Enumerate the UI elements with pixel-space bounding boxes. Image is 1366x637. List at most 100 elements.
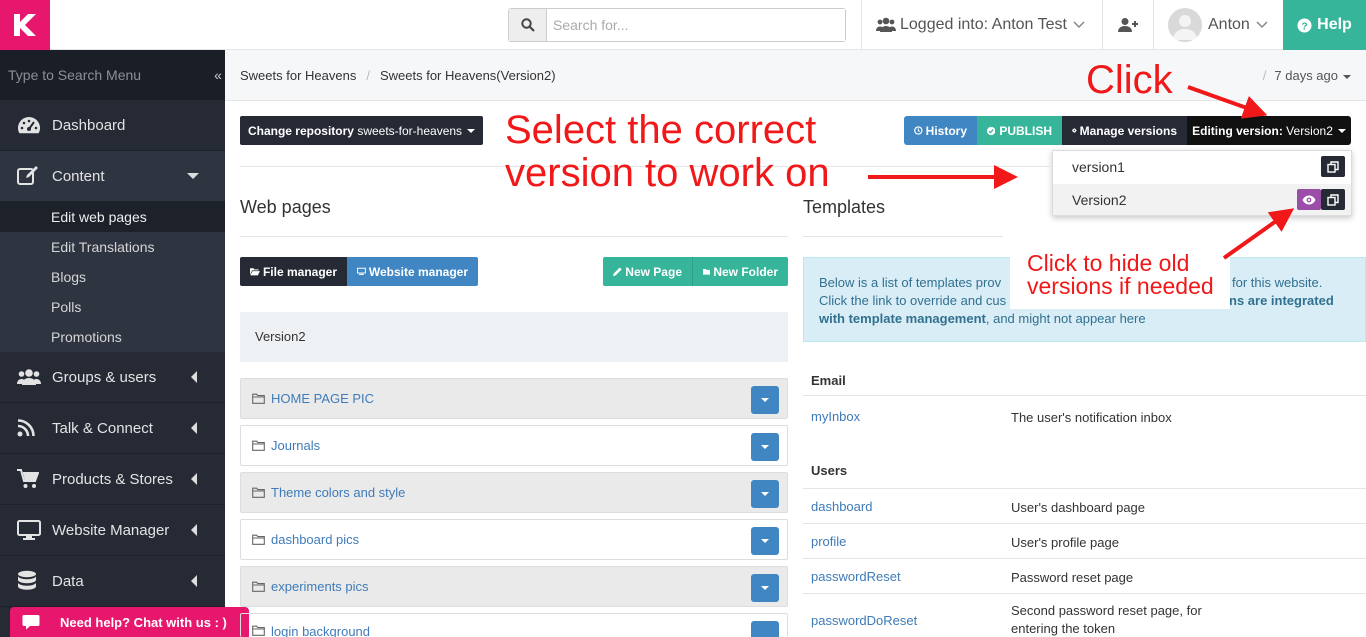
double-chevron-left-icon: «: [214, 67, 222, 83]
folder-actions-dropdown[interactable]: [751, 480, 779, 508]
folder-name[interactable]: Journals: [271, 438, 320, 453]
caret-down-icon: [761, 445, 769, 449]
version-dropdown-menu: version1 Version2: [1052, 150, 1352, 216]
folder-row[interactable]: Journals: [240, 425, 788, 466]
dashboard-icon: [17, 115, 43, 135]
template-section-title: Users: [811, 463, 848, 478]
chevron-down-icon: [1256, 21, 1268, 29]
search-input[interactable]: [547, 9, 845, 41]
template-link[interactable]: myInbox: [811, 409, 860, 424]
new-folder-button[interactable]: New Folder: [692, 257, 788, 286]
template-link[interactable]: passwordDoReset: [811, 613, 917, 628]
hide-version-button[interactable]: [1297, 189, 1321, 210]
sidebar-item-products-stores[interactable]: Products & Stores: [0, 454, 225, 505]
caret-down-icon: [761, 539, 769, 543]
template-link[interactable]: dashboard: [811, 499, 872, 514]
new-page-button[interactable]: New Page: [603, 257, 692, 286]
website-manager-button[interactable]: Website manager: [347, 257, 478, 286]
folder-icon: [252, 487, 265, 498]
publish-button[interactable]: PUBLISH: [977, 116, 1062, 145]
annotation-hide-line-1: Click to hide old: [1027, 250, 1190, 276]
sidebar-subitem-polls[interactable]: Polls: [0, 292, 225, 322]
template-link[interactable]: profile: [811, 534, 846, 549]
copy-version-button[interactable]: [1321, 156, 1345, 177]
search-button[interactable]: [509, 9, 547, 41]
sidebar-item-talk-connect[interactable]: Talk & Connect: [0, 403, 225, 454]
folder-icon: [252, 581, 265, 592]
collapse-sidebar-button[interactable]: «: [211, 50, 225, 100]
sidebar-subitem-edit-web-pages[interactable]: Edit web pages: [0, 202, 225, 232]
version-option-selected[interactable]: Version2: [1053, 184, 1351, 215]
sidebar-subitem-promotions[interactable]: Promotions: [0, 322, 225, 352]
folder-icon: [252, 534, 265, 545]
chevron-down-icon: [1073, 21, 1085, 29]
breadcrumb-item[interactable]: Sweets for Heavens: [240, 68, 356, 83]
folder-row[interactable]: HOME PAGE PIC: [240, 378, 788, 419]
breadcrumb-item[interactable]: Sweets for Heavens(Version2): [380, 68, 556, 83]
change-repository-button[interactable]: Change repository sweets-for-heavens: [240, 116, 483, 145]
editing-version-dropdown[interactable]: Editing version: Version2: [1187, 116, 1351, 145]
question-icon: ?: [1297, 17, 1312, 33]
folder-actions-dropdown[interactable]: [751, 527, 779, 555]
history-button[interactable]: History: [904, 116, 977, 145]
copy-version-button[interactable]: [1321, 189, 1345, 210]
sidebar-item-label: Talk & Connect: [52, 419, 153, 437]
folder-row[interactable]: dashboard pics: [240, 519, 788, 560]
last-updated-dropdown[interactable]: /7 days ago: [1263, 68, 1351, 83]
folder-name[interactable]: dashboard pics: [271, 532, 359, 547]
caret-left-icon: [191, 473, 197, 485]
folder-name[interactable]: login background: [271, 624, 370, 637]
user-name: Anton: [1208, 16, 1250, 33]
database-icon: [17, 570, 43, 592]
template-link[interactable]: passwordReset: [811, 569, 901, 584]
logged-in-dropdown[interactable]: Logged into: Anton Test: [876, 0, 1085, 50]
user-menu[interactable]: Anton: [1168, 0, 1268, 50]
sidebar-item-label: Website Manager: [52, 521, 170, 539]
caret-down-icon: [187, 173, 199, 179]
sidebar-subitem-edit-translations[interactable]: Edit Translations: [0, 232, 225, 262]
logged-in-label: Logged into: Anton Test: [900, 16, 1067, 33]
caret-down-icon: [467, 128, 476, 133]
caret-left-icon: [191, 371, 197, 383]
divider: [803, 236, 1003, 237]
file-manager-button[interactable]: File manager: [240, 257, 347, 286]
sidebar-item-dashboard[interactable]: Dashboard: [0, 100, 225, 151]
monitor-icon: [357, 267, 366, 275]
logo[interactable]: [0, 0, 50, 50]
folder-row[interactable]: Theme colors and style: [240, 472, 788, 513]
manage-versions-button[interactable]: Manage versions: [1062, 116, 1187, 145]
sidebar-item-data[interactable]: Data: [0, 556, 225, 607]
template-description: Second password reset page, for entering…: [1011, 603, 1202, 636]
search-icon: [520, 18, 535, 32]
folder-icon: [252, 393, 265, 404]
sidebar-item-groups-users[interactable]: Groups & users: [0, 352, 225, 403]
template-description: User's profile page: [1011, 535, 1119, 550]
folder-actions-dropdown[interactable]: [751, 574, 779, 602]
sidebar-item-website-manager[interactable]: Website Manager: [0, 505, 225, 556]
sidebar-search-input[interactable]: [0, 67, 200, 83]
breadcrumb: Sweets for Heavens / Sweets for Heavens(…: [225, 50, 1366, 101]
folder-name[interactable]: HOME PAGE PIC: [271, 391, 374, 406]
folder-name[interactable]: experiments pics: [271, 579, 369, 594]
check-circle-icon: [987, 126, 996, 135]
arrow-to-hide-button: [1222, 208, 1295, 260]
version-option[interactable]: version1: [1053, 151, 1351, 182]
users-icon: [17, 368, 43, 386]
annotation-click: Click: [1086, 58, 1173, 102]
sidebar-item-content[interactable]: Content: [0, 151, 225, 202]
folder-name[interactable]: Theme colors and style: [271, 485, 405, 500]
chat-label: Need help? Chat with us : ): [60, 614, 227, 630]
table-row: passwordReset Password reset page: [803, 558, 1366, 593]
sidebar-subitem-blogs[interactable]: Blogs: [0, 262, 225, 292]
folder-actions-dropdown[interactable]: [751, 621, 779, 637]
chat-button[interactable]: Need help? Chat with us : ): [10, 607, 249, 637]
sidebar-item-label: Data: [52, 572, 84, 590]
folder-row[interactable]: experiments pics: [240, 566, 788, 607]
sidebar-item-label: Content: [52, 167, 105, 185]
folder-actions-dropdown[interactable]: [751, 386, 779, 414]
clock-icon: [914, 126, 923, 135]
help-button[interactable]: ? Help: [1283, 0, 1366, 50]
folder-row[interactable]: login background: [240, 613, 788, 637]
folder-actions-dropdown[interactable]: [751, 433, 779, 461]
add-user-button[interactable]: [1103, 0, 1153, 50]
